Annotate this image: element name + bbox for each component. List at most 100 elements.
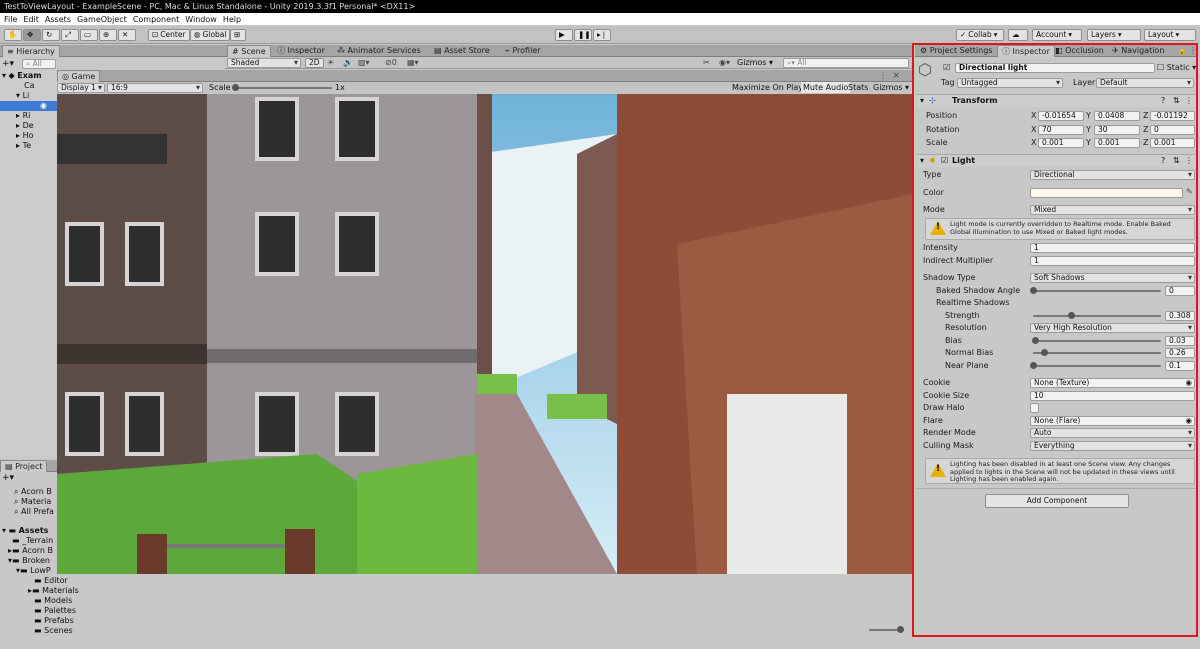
help-icon[interactable]: ? (1161, 95, 1165, 107)
normal-bias-field[interactable]: 0.26 (1165, 348, 1195, 358)
strength-slider[interactable] (1033, 315, 1161, 317)
transform-header[interactable]: ▾ ⊹ Transform ? ⇅ ⋮ (917, 94, 1197, 107)
zoom-slider-knob[interactable] (897, 626, 904, 633)
menu-help[interactable]: Help (223, 15, 241, 24)
list-item[interactable]: ▾ ◆ Exam (2, 71, 59, 81)
hierarchy-search[interactable]: ⌕ All (22, 59, 56, 69)
project-add-icon[interactable]: +▾ (2, 473, 14, 483)
rotate-tool-icon[interactable]: ↻ (42, 29, 60, 41)
rect-tool-icon[interactable]: ▭ (80, 29, 98, 41)
aspect-dropdown[interactable]: 16:9 (107, 83, 203, 93)
pause-button[interactable]: ❚❚ (574, 29, 592, 41)
list-item[interactable]: ▸▬ Materials (2, 586, 79, 596)
position-y-field[interactable]: 0.0408 (1094, 111, 1140, 121)
bias-knob[interactable] (1032, 337, 1039, 344)
lock-icon[interactable]: 🔒 (1177, 46, 1187, 55)
tab-project[interactable]: ▤ Project (0, 460, 48, 472)
tab-project-settings[interactable]: ⚙ Project Settings (916, 45, 996, 57)
tab-inspector[interactable]: ⓘ Inspector (997, 45, 1055, 57)
tab-hierarchy[interactable]: ≡ Hierarchy (2, 45, 60, 57)
shadow-type-dropdown[interactable]: Soft Shadows (1030, 273, 1195, 283)
object-name-field[interactable]: Directional light (955, 63, 1155, 73)
audio-toggle-icon[interactable]: 🔊 (343, 58, 353, 67)
static-checkbox[interactable]: ☐ Static ▾ (1157, 62, 1196, 74)
close-icon[interactable]: ✕ (893, 71, 900, 80)
scale-x-field[interactable]: 0.001 (1038, 138, 1084, 148)
menu-assets[interactable]: Assets (45, 15, 71, 24)
layout-dropdown[interactable]: Layout ▾ (1144, 29, 1196, 41)
active-checkbox[interactable]: ☑ (943, 62, 950, 74)
mode-dropdown[interactable]: Mixed (1030, 205, 1195, 215)
normal-bias-slider[interactable] (1033, 352, 1161, 354)
bias-field[interactable]: 0.03 (1165, 336, 1195, 346)
mute-audio-toggle[interactable]: Mute Audio (801, 82, 851, 93)
help-icon[interactable]: ? (1161, 155, 1165, 167)
object-picker-icon[interactable]: ◉ (1185, 379, 1192, 387)
draw-halo-checkbox[interactable] (1030, 403, 1039, 413)
list-item[interactable]: ▬ Editor (2, 576, 79, 586)
snap-icon[interactable]: ⊞ (230, 29, 246, 41)
position-x-field[interactable]: -0.01654 (1038, 111, 1084, 121)
list-item[interactable]: ▬ _Terrain (2, 536, 79, 546)
global-toggle[interactable]: ◍ Global (190, 29, 231, 41)
color-swatch[interactable] (1030, 188, 1183, 198)
hidden-objects-icon[interactable]: ⊘0 (385, 58, 397, 67)
scale-slider[interactable] (232, 87, 332, 89)
list-item[interactable]: ▬ Palettes (2, 606, 79, 616)
menu-window[interactable]: Window (185, 15, 217, 24)
type-dropdown[interactable]: Directional (1030, 170, 1195, 180)
baked-shadow-angle-slider[interactable] (1033, 290, 1161, 292)
near-plane-field[interactable]: 0.1 (1165, 361, 1195, 371)
position-z-field[interactable]: -0.01192 (1150, 111, 1195, 121)
zoom-slider[interactable] (869, 629, 899, 631)
near-plane-knob[interactable] (1030, 362, 1037, 369)
pivot-center-toggle[interactable]: ⊡ Center (148, 29, 190, 41)
play-button[interactable]: ▶ (555, 29, 573, 41)
resolution-dropdown[interactable]: Very High Resolution (1030, 323, 1195, 333)
intensity-field[interactable]: 1 (1030, 243, 1195, 253)
list-item[interactable]: ▬ Prefabs (2, 616, 79, 626)
tools-icon[interactable]: ✂ (703, 58, 710, 67)
list-item[interactable]: ▾▬ Broken (2, 556, 79, 566)
scale-y-field[interactable]: 0.001 (1094, 138, 1140, 148)
cookie-size-field[interactable]: 10 (1030, 391, 1195, 401)
layer-dropdown[interactable]: Default (1096, 78, 1194, 88)
add-icon[interactable]: +▾ (2, 59, 14, 69)
hand-tool-icon[interactable]: ✋ (4, 29, 22, 41)
transform-tool-icon[interactable]: ⊕ (99, 29, 117, 41)
light-enabled-checkbox[interactable]: ☑ (941, 155, 948, 167)
rotation-x-field[interactable]: 70 (1038, 125, 1084, 135)
step-button[interactable]: ▸❘ (593, 29, 611, 41)
add-component-button[interactable]: Add Component (985, 494, 1129, 508)
baked-shadow-angle-field[interactable]: 0 (1165, 286, 1195, 296)
list-item[interactable]: ▸▬ Acorn B (2, 546, 79, 556)
grid-icon[interactable]: ▦▾ (407, 58, 419, 67)
effects-icon[interactable]: ▨▾ (358, 58, 370, 67)
preset-icon[interactable]: ⇅ (1173, 155, 1180, 167)
2d-toggle[interactable]: 2D (305, 58, 324, 68)
component-menu-icon[interactable]: ⋮ (1185, 155, 1193, 167)
menu-component[interactable]: Component (133, 15, 179, 24)
bias-slider[interactable] (1033, 340, 1161, 342)
shading-dropdown[interactable]: Shaded (227, 58, 301, 68)
tab-animator[interactable]: ⁂ Animator (333, 45, 388, 57)
scale-slider-knob[interactable] (232, 84, 239, 91)
tab-occlusion[interactable]: ◧ Occlusion (1051, 45, 1108, 57)
list-item[interactable]: ▾▬ LowP (2, 566, 79, 576)
list-item[interactable]: ▸ Ri (2, 111, 59, 121)
component-menu-icon[interactable]: ⋮ (1185, 95, 1193, 107)
tab-services[interactable]: Services (383, 45, 425, 57)
strength-field[interactable]: 0.308 (1165, 311, 1195, 321)
rotation-y-field[interactable]: 30 (1094, 125, 1140, 135)
light-header[interactable]: ▾ ✹ ☑ Light ? ⇅ ⋮ (917, 154, 1197, 167)
tab-inspector-2[interactable]: ⓘ Inspector (273, 45, 329, 57)
collab-button[interactable]: ✓ Collab ▾ (956, 29, 1004, 41)
menu-icon[interactable]: ⋮ (879, 71, 887, 80)
menu-edit[interactable]: Edit (23, 15, 39, 24)
list-item[interactable]: ▸ De (2, 121, 59, 131)
scale-z-field[interactable]: 0.001 (1150, 138, 1195, 148)
tab-asset-store[interactable]: ▤ Asset Store (430, 45, 494, 57)
indirect-multiplier-field[interactable]: 1 (1030, 256, 1195, 266)
display-dropdown[interactable]: Display 1 (57, 83, 105, 93)
rotation-z-field[interactable]: 0 (1150, 125, 1195, 135)
